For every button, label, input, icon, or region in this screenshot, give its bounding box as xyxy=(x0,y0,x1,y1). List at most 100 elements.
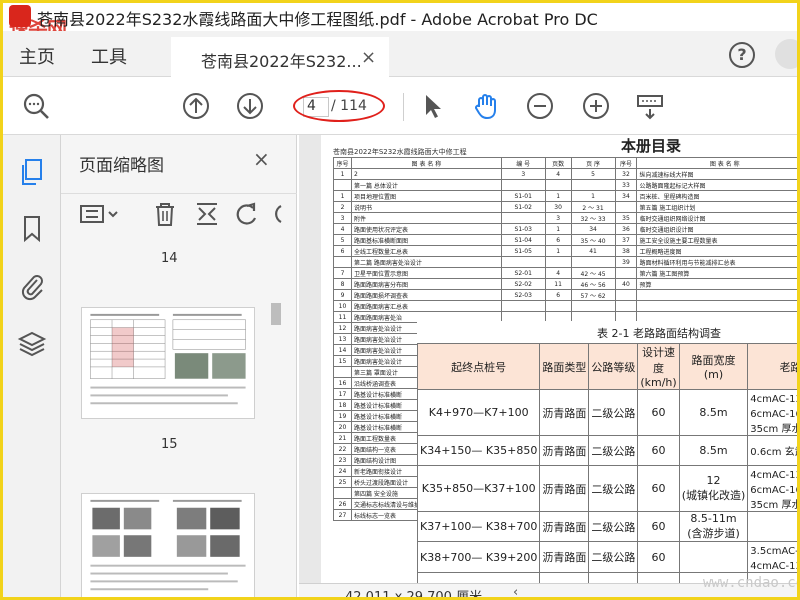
toc-cell: 9 xyxy=(333,289,352,301)
page-thumbnails-icon[interactable] xyxy=(17,157,47,187)
toc-cell: 26 xyxy=(333,498,352,510)
table-row: K38+700— K39+200沥青路面二级公路60 3.5cmAC-13C 沥青… xyxy=(416,541,797,573)
toc-header-cell: 页 序 xyxy=(570,157,616,169)
toc-cell: S2-03 xyxy=(500,289,546,301)
toc-cell: 35 ～ 40 xyxy=(570,234,616,246)
toc-cell: 40 xyxy=(614,278,638,290)
toc-cell: 施工安全设施主要工程数量表 xyxy=(636,234,797,246)
toc-cell: 路面路面损坏调查表 xyxy=(350,289,502,301)
toc-cell xyxy=(544,300,572,312)
toc-cell: 3 xyxy=(500,168,546,180)
zoom-out-icon[interactable] xyxy=(525,91,555,121)
toc-cell: 23 xyxy=(333,454,352,466)
thumbnail-scroll-thumb[interactable] xyxy=(271,303,281,325)
zoom-in-icon[interactable] xyxy=(581,91,611,121)
zoom-search-icon[interactable] xyxy=(21,91,51,121)
toc-cell: S1-02 xyxy=(500,201,546,213)
toc-cell: 11 xyxy=(544,278,572,290)
toc-cell: 34 xyxy=(570,223,616,235)
layers-icon[interactable] xyxy=(17,329,47,359)
toc-header-row: 序号图 表 名 称编 号页数页 序序号图 表 名 称 xyxy=(333,157,797,169)
road-cell: 二级公路 xyxy=(588,465,639,512)
toc-cell xyxy=(636,300,797,312)
bookmark-icon[interactable] xyxy=(17,213,47,243)
road-header-cell: 路面类型 xyxy=(539,343,590,390)
road-cell: K38+700— K39+200 xyxy=(416,541,541,573)
page-header: 苍南县2022年S232水霞线路面大中修工程 xyxy=(333,148,467,156)
tab-tools[interactable]: 工具 xyxy=(91,43,127,69)
toc-cell xyxy=(570,256,616,268)
toc-cell: 14 xyxy=(333,344,352,356)
hand-tool-icon[interactable] xyxy=(471,91,501,121)
toc-cell: 6 xyxy=(544,234,572,246)
help-icon[interactable]: ? xyxy=(729,42,755,68)
toc-cell: 全线工程数量汇总表 xyxy=(350,245,502,257)
document-view[interactable]: 本册目录 苍南县2022年S232水霞线路面大中修工程 序号图 表 名 称编 号… xyxy=(299,135,797,597)
table-row: 第二篇 路面病害处治设计 39 路面材料循环利用与节能减排汇总表 xyxy=(333,256,797,268)
road-cell: 二级公路 xyxy=(588,389,639,436)
thumbnail-label-15: 15 xyxy=(161,437,178,452)
road-header-cell: 设计速度 (km/h) xyxy=(637,343,680,390)
toc-cell: 临时交通组织网络设计图 xyxy=(636,212,797,224)
toc-cell: S2-02 xyxy=(500,278,546,290)
toc-cell: 32 ～ 33 xyxy=(570,212,616,224)
toc-cell: 4 xyxy=(544,168,572,180)
toc-cell: 1 xyxy=(544,190,572,202)
toc-cell: 5 xyxy=(333,234,352,246)
thumbnail-label-14: 14 xyxy=(161,251,178,266)
toc-cell xyxy=(500,300,546,312)
toc-cell: S1-03 xyxy=(500,223,546,235)
select-cursor-icon[interactable] xyxy=(417,91,447,121)
toc-cell: 1 xyxy=(544,245,572,257)
thumbnail-scrollbar[interactable] xyxy=(269,245,283,597)
page-thumbnail-15[interactable] xyxy=(81,493,255,600)
rotate-page-icon[interactable] xyxy=(233,200,261,228)
table-row: 4 路面使用状况评定表 S1-03 1 34 36 临时交通组织设计图 xyxy=(333,223,797,235)
toc-cell: 公路路面隆起标记大样图 xyxy=(636,179,797,191)
toc-cell: 24 xyxy=(333,465,352,477)
toc-cell: 17 xyxy=(333,388,352,400)
acrobat-window: 速杀网 苍南县2022年S232水霞线路面大中修工程图纸.pdf - Adobe… xyxy=(0,0,800,600)
toc-cell: S2-01 xyxy=(500,267,546,279)
previous-page-icon[interactable] xyxy=(181,91,211,121)
next-page-icon[interactable] xyxy=(235,91,265,121)
road-cell: 沥青路面 xyxy=(539,541,590,573)
toc-cell: 2 ～ 31 xyxy=(570,201,616,213)
road-cell: 60 xyxy=(637,511,680,542)
tab-home[interactable]: 主页 xyxy=(19,43,55,69)
tab-row: 主页 工具 苍南县2022年S232... × ? xyxy=(3,31,797,77)
toc-cell: 附件 xyxy=(350,212,502,224)
attachment-icon[interactable] xyxy=(17,271,47,301)
thumbnail-panel: 页面缩略图 × 14 15 xyxy=(61,135,297,600)
toc-cell xyxy=(614,267,638,279)
close-panel-icon[interactable]: × xyxy=(253,147,270,171)
extract-page-icon[interactable] xyxy=(193,200,221,228)
user-avatar[interactable] xyxy=(775,39,797,69)
toc-cell: 16 xyxy=(333,377,352,389)
toc-cell: 6 xyxy=(333,245,352,257)
toc-cell: 第五篇 施工组织计划 xyxy=(636,201,797,213)
toc-cell: 34 xyxy=(614,190,638,202)
close-tab-icon[interactable]: × xyxy=(361,47,376,68)
tab-document[interactable]: 苍南县2022年S232... × xyxy=(171,37,389,77)
page-thumbnail-14[interactable] xyxy=(81,307,255,419)
thumbnail-options-icon[interactable] xyxy=(79,200,121,228)
toc-cell: 41 xyxy=(570,245,616,257)
more-tools-icon[interactable] xyxy=(271,200,285,228)
road-header-cell: 起终点桩号 xyxy=(416,343,541,390)
toc-cell: 32 xyxy=(614,168,638,180)
toc-cell: 1 xyxy=(570,190,616,202)
toc-cell: 30 xyxy=(544,201,572,213)
table-row: K4+970—K7+100沥青路面二级公路608.5m4cmAC-13C 沥青6… xyxy=(416,389,797,436)
toc-cell: S1-01 xyxy=(500,190,546,202)
road-cell: K34+150— K35+850 xyxy=(416,435,541,466)
toc-cell: 20 xyxy=(333,421,352,433)
toc-cell xyxy=(570,300,616,312)
scroll-left-icon[interactable]: ‹ xyxy=(513,585,518,597)
page-size-readout: 42.011 x 29.700 厘米 xyxy=(345,590,483,600)
toc-cell: 1 xyxy=(544,223,572,235)
delete-page-icon[interactable] xyxy=(151,200,179,228)
road-table-caption: 表 2-1 老路路面结构调查 xyxy=(597,327,721,340)
toc-cell: 42 ～ 45 xyxy=(570,267,616,279)
keyboard-tools-icon[interactable] xyxy=(635,91,665,121)
